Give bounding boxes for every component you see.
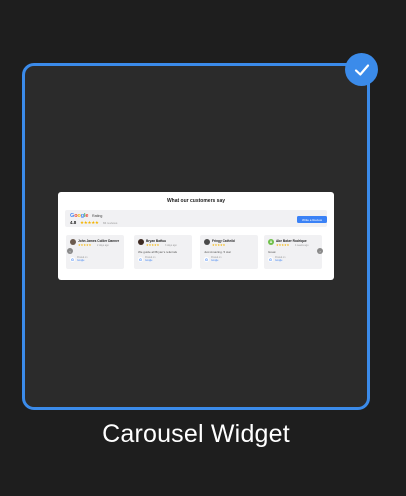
review-card: Bryan Batfuu ★★★★★ 3 days ago We guide a… <box>134 235 192 269</box>
preview-title: What our customers say <box>166 198 226 204</box>
review-stars: ★★★★★ <box>212 242 226 247</box>
review-card: John James Collier Danner ★★★★★ 2 days a… <box>66 235 124 269</box>
avatar <box>204 239 210 245</box>
review-stars: ★★★★★ <box>276 242 290 247</box>
write-review-button: Write a Review <box>297 216 327 223</box>
review-text: Great <box>268 250 276 254</box>
widget-caption: Carousel Widget <box>102 420 290 448</box>
review-time: 3 days ago <box>165 243 177 247</box>
google-icon: G <box>268 257 273 262</box>
rating-summary: Google Rating 4.8 ★★★★★ 84 reviews Write… <box>65 210 327 227</box>
rating-score: 4.8 <box>70 220 77 225</box>
rating-label: Rating <box>92 214 103 218</box>
avatar <box>138 239 144 245</box>
chevron-right-icon: › <box>317 248 323 254</box>
chevron-left-icon: ‹ <box>67 248 73 254</box>
posted-on: Posted on Google <box>77 257 88 262</box>
google-icon: G <box>70 257 75 262</box>
review-time: 2 days ago <box>97 243 109 247</box>
google-logo: Google <box>70 213 89 219</box>
widget-preview: What our customers say Google Rating 4.8… <box>58 192 334 280</box>
review-stars: ★★★★★ <box>146 242 160 247</box>
selected-check-icon <box>345 53 378 86</box>
posted-on: Posted on Google <box>211 257 222 262</box>
review-count: 84 reviews <box>103 221 118 225</box>
posted-on: Posted on Google <box>275 257 286 262</box>
posted-on: Posted on Google <box>145 257 156 262</box>
google-icon: G <box>204 257 209 262</box>
avatar <box>70 239 76 245</box>
rating-stars: ★★★★★ <box>80 219 99 225</box>
google-icon: G <box>138 257 143 262</box>
review-text: Just Amazing. 5 star <box>204 250 232 254</box>
review-stars: ★★★★★ <box>78 242 92 247</box>
review-card: Fringy Cathrild ★★★★★ Just Amazing. 5 st… <box>200 235 258 269</box>
review-text: We guide all Bryan's referrals <box>138 250 178 254</box>
review-card: A Abe Baker Rodrique ★★★★★ 4 weeks ago G… <box>264 235 322 269</box>
review-time: 4 weeks ago <box>295 243 309 247</box>
avatar: A <box>268 239 274 245</box>
